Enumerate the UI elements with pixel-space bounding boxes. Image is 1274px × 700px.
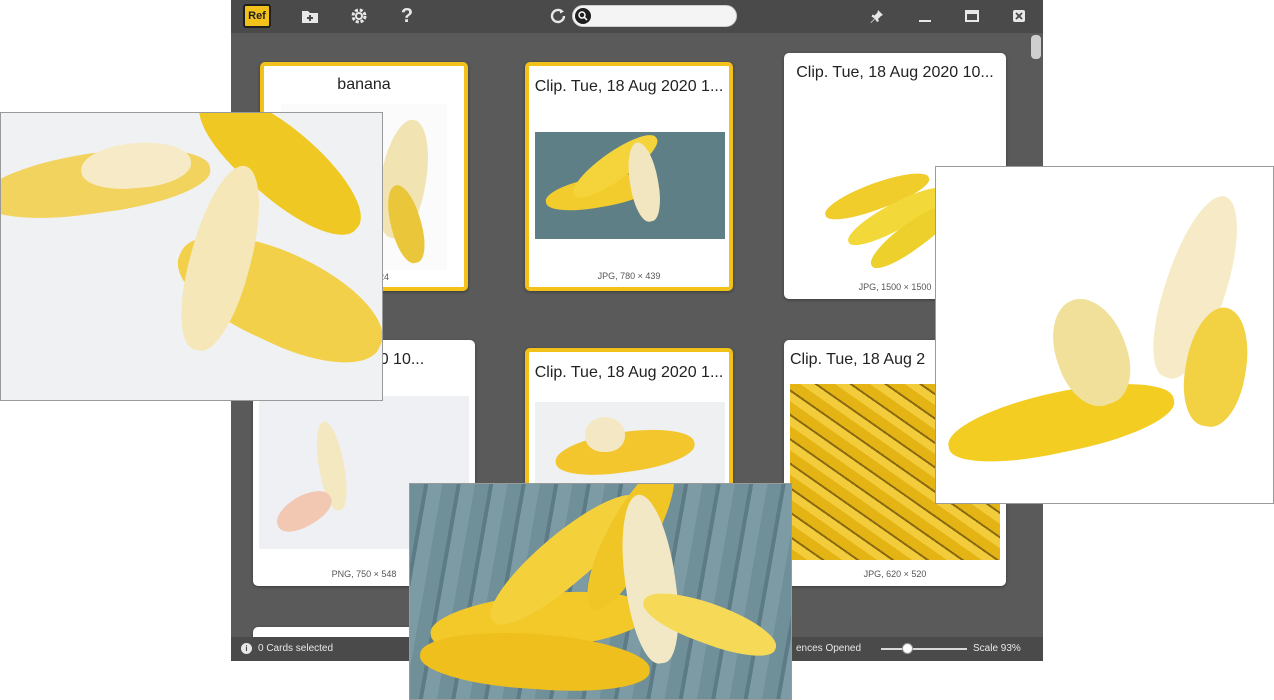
app-logo[interactable]: Ref bbox=[243, 4, 271, 28]
add-folder-button[interactable] bbox=[298, 5, 322, 27]
scale-slider[interactable] bbox=[881, 643, 967, 654]
search-input[interactable] bbox=[593, 7, 731, 25]
scale-slider-knob[interactable] bbox=[902, 643, 913, 654]
maximize-button[interactable] bbox=[960, 5, 984, 27]
reference-window-banana-bunch[interactable] bbox=[409, 483, 792, 700]
minimize-button[interactable] bbox=[913, 5, 937, 27]
scroll-thumb[interactable] bbox=[1031, 35, 1041, 59]
pin-button[interactable] bbox=[865, 5, 889, 27]
maximize-icon bbox=[965, 10, 979, 22]
toolbar: Ref ? bbox=[231, 0, 1043, 33]
close-button[interactable] bbox=[1007, 5, 1031, 27]
search-icon[interactable] bbox=[575, 8, 591, 24]
help-button[interactable]: ? bbox=[395, 5, 419, 27]
minimize-icon bbox=[919, 20, 931, 22]
selection-status: i 0 Cards selected bbox=[241, 643, 333, 654]
refresh-icon bbox=[550, 8, 566, 24]
refresh-button[interactable] bbox=[546, 5, 570, 27]
card-meta: JPG, 620 × 520 bbox=[863, 569, 927, 579]
scale-value: Scale 93% bbox=[973, 643, 1021, 654]
search-box[interactable] bbox=[572, 5, 737, 27]
card-title: Clip. Tue, 18 Aug 2020 1... bbox=[534, 78, 724, 95]
add-folder-icon bbox=[302, 11, 318, 23]
card-clip-1[interactable]: Clip. Tue, 18 Aug 2020 1... JPG, 780 × 4… bbox=[525, 62, 733, 291]
info-icon: i bbox=[241, 643, 252, 654]
help-icon: ? bbox=[400, 4, 414, 27]
reference-window-standing-banana[interactable] bbox=[935, 166, 1274, 504]
card-title: banana bbox=[337, 76, 391, 93]
references-opened-text: ences Opened bbox=[796, 643, 862, 654]
card-meta: JPG, 780 × 439 bbox=[597, 271, 661, 281]
reference-window-peeled-banana[interactable] bbox=[0, 112, 383, 401]
logo-text: Ref bbox=[248, 10, 266, 22]
close-icon bbox=[1013, 10, 1025, 22]
settings-button[interactable] bbox=[347, 5, 371, 27]
card-thumbnail[interactable] bbox=[535, 402, 725, 492]
gear-icon bbox=[351, 8, 367, 24]
card-thumbnail[interactable] bbox=[535, 132, 725, 239]
selection-count: 0 Cards selected bbox=[258, 643, 334, 654]
pin-icon bbox=[870, 10, 883, 23]
card-title: Clip. Tue, 18 Aug 2020 10... bbox=[796, 64, 994, 81]
card-title: Clip. Tue, 18 Aug 2020 1... bbox=[534, 364, 724, 381]
